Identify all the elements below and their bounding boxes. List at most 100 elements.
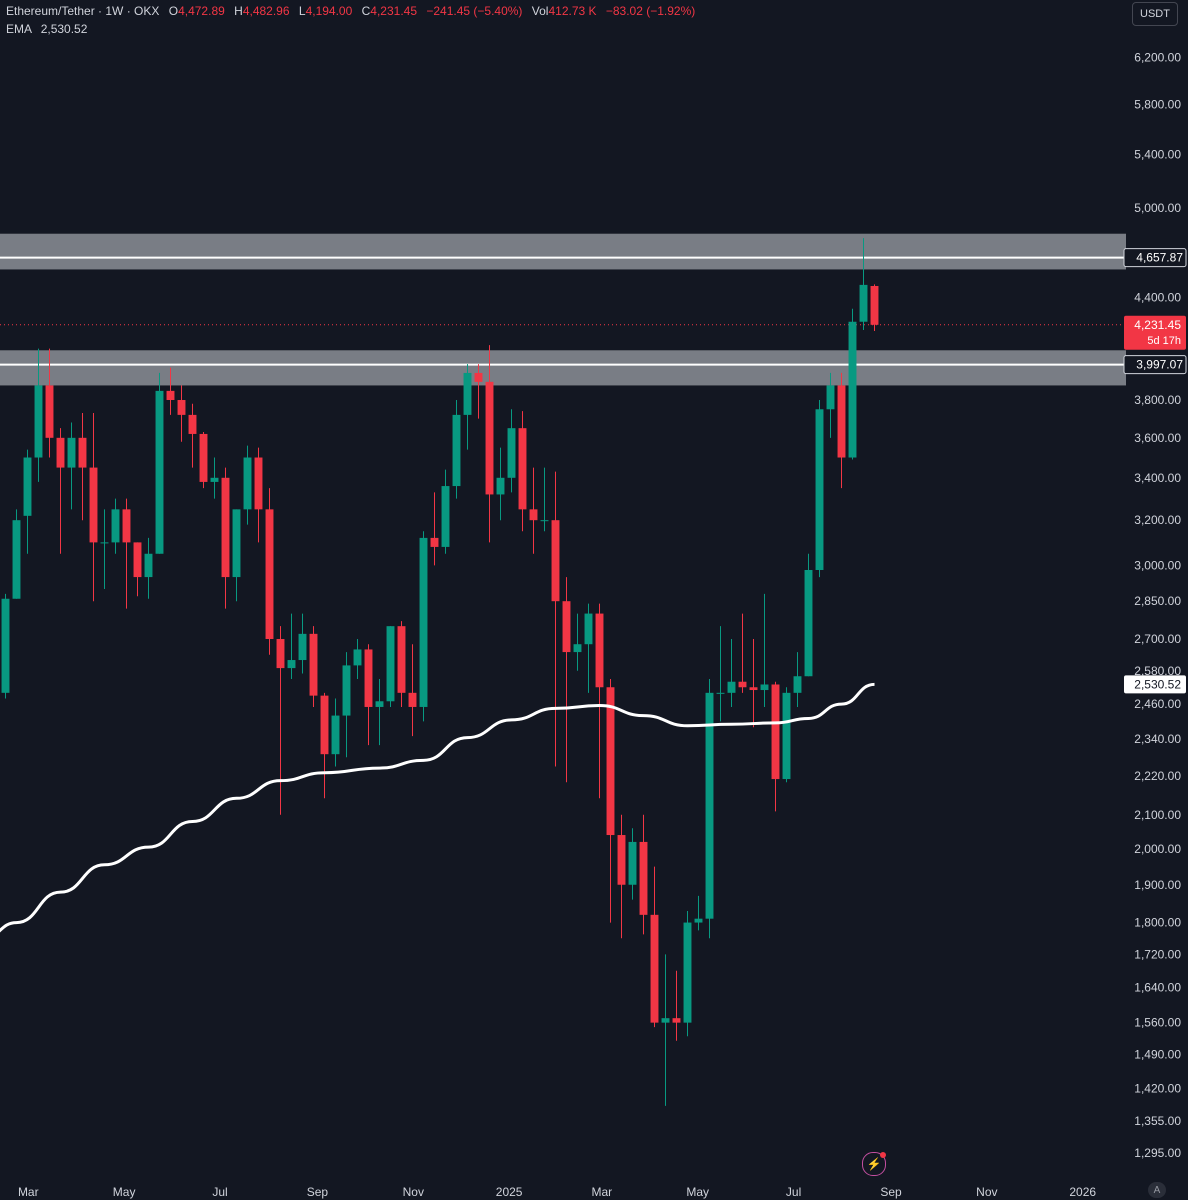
candle-body xyxy=(848,321,857,458)
price-tick-label: 2,000.00 xyxy=(1134,842,1181,856)
candle-body xyxy=(386,626,395,702)
candle-body xyxy=(628,841,637,885)
candle-body xyxy=(441,486,450,547)
candle-body xyxy=(749,687,758,691)
candle-body xyxy=(837,385,846,458)
time-tick-label: Nov xyxy=(976,1185,997,1199)
close-value: 4,231.45 xyxy=(370,4,418,18)
price-tick-label: 2,460.00 xyxy=(1134,697,1181,711)
candle-body xyxy=(287,660,296,669)
candle-body xyxy=(793,676,802,693)
candle-body xyxy=(67,437,76,468)
candle-body xyxy=(265,509,274,640)
candle-body xyxy=(342,665,351,716)
candle-body xyxy=(584,613,593,645)
candle-body xyxy=(595,613,604,688)
candle-body xyxy=(320,695,329,755)
time-tick-label: 2025 xyxy=(496,1185,523,1199)
ema-label: EMA xyxy=(6,22,32,36)
candle-body xyxy=(199,433,208,482)
candle-body xyxy=(430,537,439,547)
candle-body xyxy=(232,509,241,578)
candle-body xyxy=(529,509,538,521)
candle-body xyxy=(562,601,571,653)
candle-body xyxy=(133,542,142,578)
chart-background xyxy=(0,0,1188,1200)
price-chart[interactable]: 6,200.00 5,800.00 5,400.00 5,000.00 4,400.00… xyxy=(0,0,1188,1200)
candle-body xyxy=(606,687,615,836)
candle-body xyxy=(78,437,87,468)
low-value: 4,194.00 xyxy=(305,4,353,18)
price-tick-label: 4,400.00 xyxy=(1134,290,1181,304)
zone-price-label: 4,657.87 xyxy=(1136,251,1183,265)
candle-body xyxy=(144,553,153,578)
candle-body xyxy=(573,644,582,653)
candle-body xyxy=(298,633,307,661)
time-tick-label: Mar xyxy=(18,1185,39,1199)
price-tick-label: 1,490.00 xyxy=(1134,1048,1181,1062)
candle-body xyxy=(738,681,747,688)
candle-body xyxy=(166,390,175,401)
candle-body xyxy=(397,626,406,693)
candle-body xyxy=(177,400,186,415)
price-tick-label: 6,200.00 xyxy=(1134,51,1181,65)
price-tick-label: 5,000.00 xyxy=(1134,201,1181,215)
candle-body xyxy=(661,1018,670,1023)
candle-body xyxy=(474,372,483,382)
candle-body xyxy=(419,537,428,707)
price-tick-label: 1,295.00 xyxy=(1134,1146,1181,1160)
price-tick-label: 1,640.00 xyxy=(1134,981,1181,995)
candle-body xyxy=(353,649,362,666)
current-price-label: 4,231.45 xyxy=(1134,318,1181,332)
price-tick-label: 3,000.00 xyxy=(1134,558,1181,572)
symbol-title[interactable]: Ethereum/Tether · 1W · OKX xyxy=(6,4,159,18)
price-tick-label: 3,400.00 xyxy=(1134,471,1181,485)
time-tick-label: Nov xyxy=(403,1185,424,1199)
candle-body xyxy=(650,914,659,1023)
low-label: L xyxy=(298,4,306,18)
candle-body xyxy=(815,409,824,571)
candle-body xyxy=(639,841,648,915)
price-tick-label: 1,420.00 xyxy=(1134,1081,1181,1095)
candle-body xyxy=(276,639,285,669)
candle-body xyxy=(540,520,549,522)
open-value: 4,472.89 xyxy=(178,4,225,18)
open-label: O xyxy=(168,4,179,18)
auto-scale-button[interactable]: A xyxy=(1148,1182,1166,1198)
candle-body xyxy=(518,428,527,510)
flash-icon[interactable]: ⚡ xyxy=(862,1152,886,1176)
candle-body xyxy=(551,520,560,602)
volume-change: −83.02 (−1.92%) xyxy=(605,4,696,18)
candle-body xyxy=(804,570,813,677)
candle-body xyxy=(254,457,263,510)
time-tick-label: May xyxy=(113,1185,136,1199)
candle-body xyxy=(309,633,318,696)
currency-button[interactable]: USDT xyxy=(1132,2,1178,26)
candle-body xyxy=(507,428,516,478)
price-tick-label: 2,700.00 xyxy=(1134,632,1181,646)
candle-body xyxy=(34,385,43,458)
candle-body xyxy=(23,457,32,516)
candle-body xyxy=(771,684,780,780)
price-tick-label: 2,850.00 xyxy=(1134,594,1181,608)
candle-body xyxy=(364,649,373,707)
time-tick-label: Jul xyxy=(786,1185,801,1199)
price-tick-label: 1,355.00 xyxy=(1134,1114,1181,1128)
candle-body xyxy=(716,692,725,694)
price-tick-label: 1,720.00 xyxy=(1134,947,1181,961)
price-tick-label: 2,340.00 xyxy=(1134,732,1181,746)
candle-body xyxy=(375,701,384,707)
candle-body xyxy=(859,284,868,322)
volume-label: Vol xyxy=(531,4,549,18)
candle-body xyxy=(45,385,54,438)
change-value: −241.45 (−5.40%) xyxy=(426,4,523,18)
notification-dot xyxy=(880,1152,886,1158)
candle-body xyxy=(210,477,219,482)
candle-body xyxy=(727,681,736,693)
time-tick-label: Mar xyxy=(592,1185,613,1199)
candle-body xyxy=(672,1018,681,1023)
candle-body xyxy=(760,684,769,691)
time-tick-label: Jul xyxy=(212,1185,227,1199)
candle-body xyxy=(100,542,109,544)
ema-legend[interactable]: EMA 2,530.52 xyxy=(6,22,87,36)
